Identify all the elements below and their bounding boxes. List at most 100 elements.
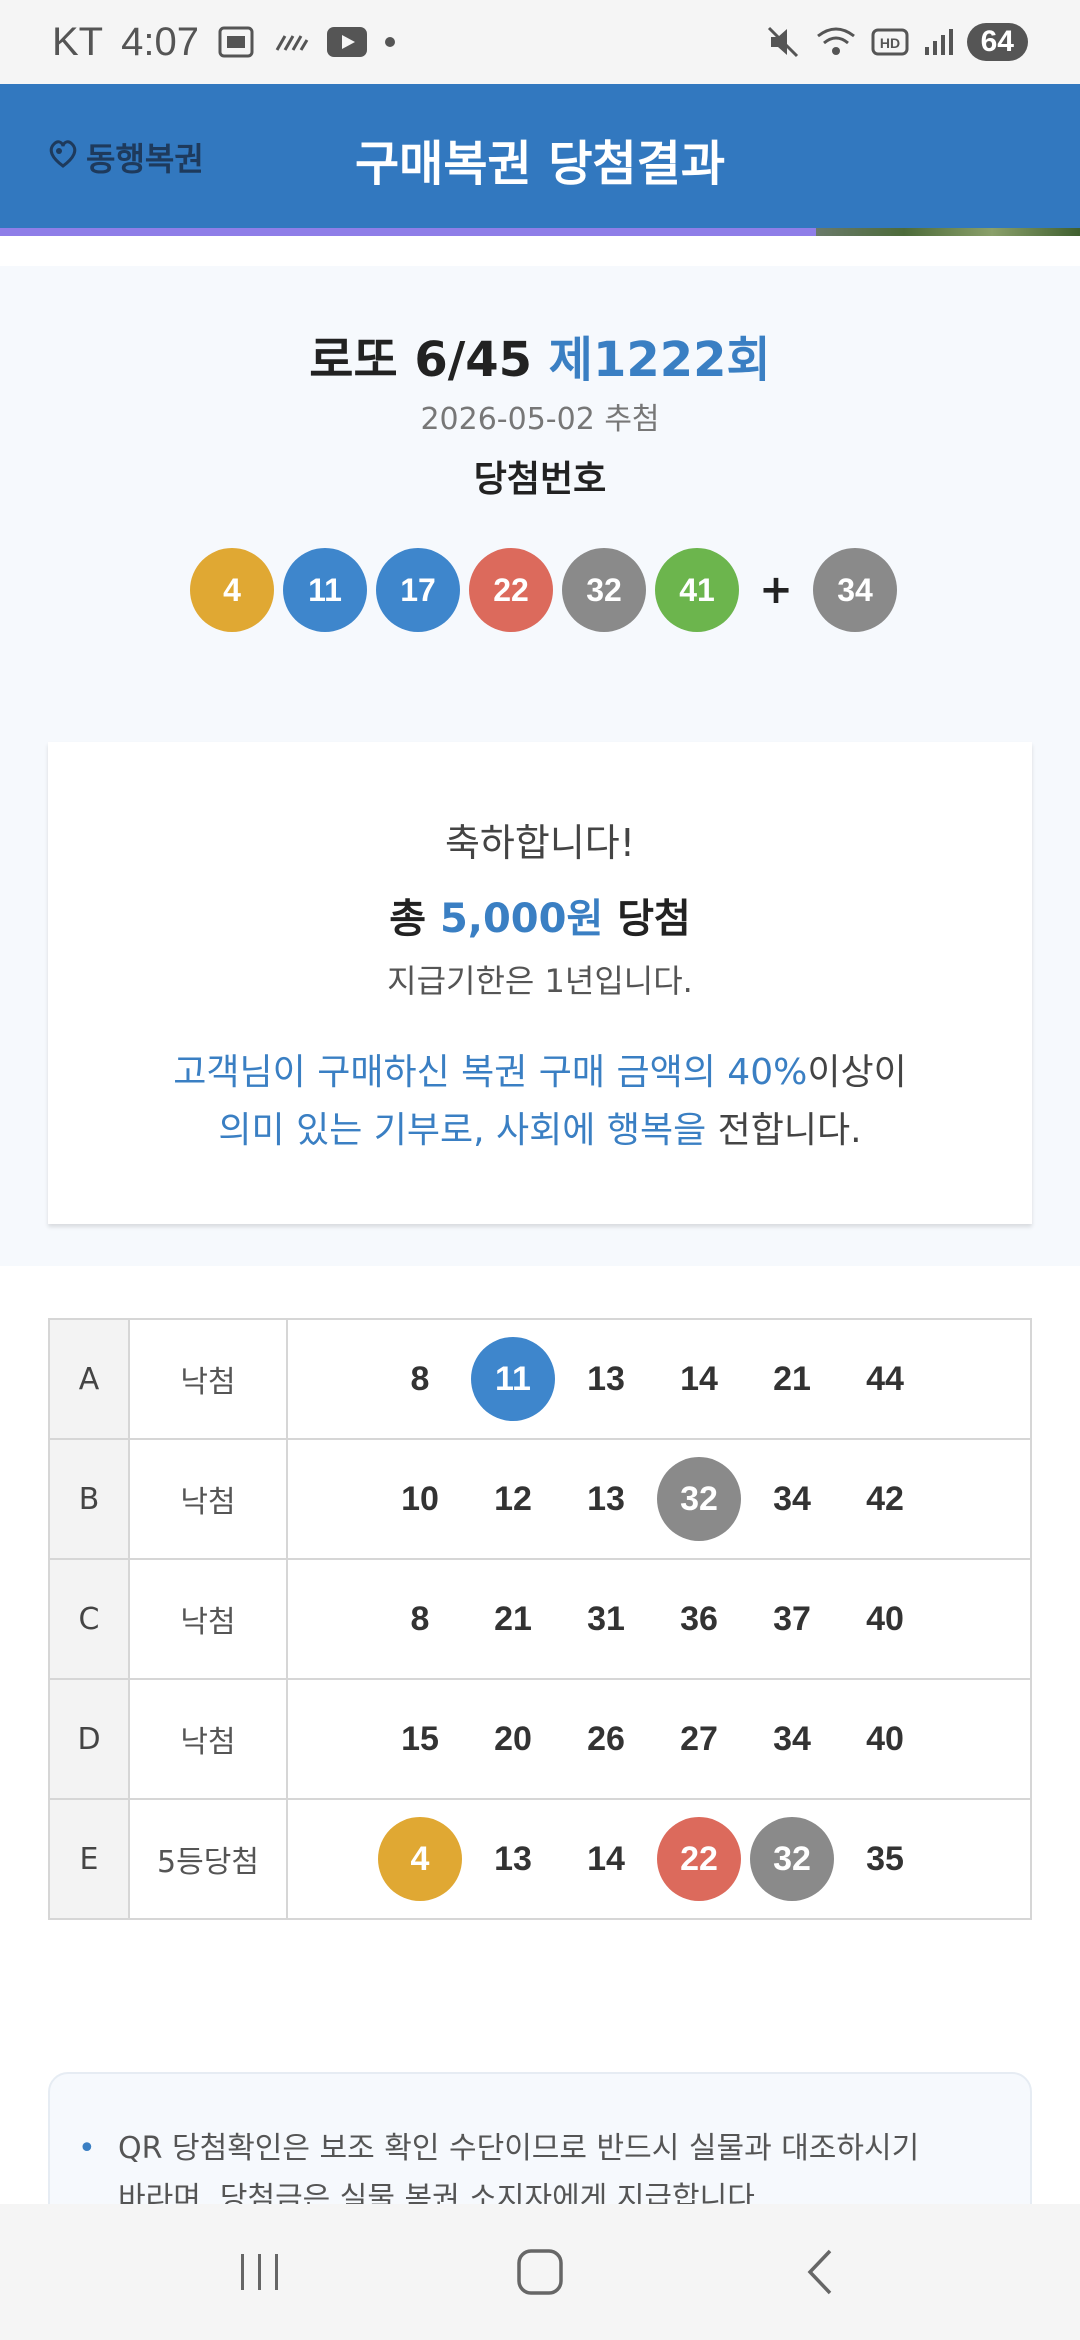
game-number: 34 xyxy=(773,1719,811,1758)
game-number: 14 xyxy=(587,1839,625,1878)
game-number: 10 xyxy=(401,1479,439,1518)
carrier-label: KT xyxy=(52,19,104,64)
game-row: A 낙첨 8 11 13 14 21 44 xyxy=(48,1318,1032,1440)
header-banner-image xyxy=(816,228,1080,236)
mute-icon xyxy=(765,24,801,60)
game-letter: A xyxy=(48,1318,130,1440)
donation-message: 고객님이 구매하신 복권 구매 금액의 40%이상이 의미 있는 기부로, 사회… xyxy=(48,1044,1032,1160)
clock: 4:07 xyxy=(121,19,199,64)
wifi-icon xyxy=(815,24,857,60)
game-name: 로또 6/45 xyxy=(309,332,533,388)
winning-ball: 4 xyxy=(190,548,274,632)
prize-amount: 5,000원 xyxy=(439,896,604,942)
draw-round: 제1222회 xyxy=(548,332,771,388)
svg-text:HD: HD xyxy=(880,35,900,51)
game-number: 40 xyxy=(866,1719,904,1758)
game-result: 낙첨 xyxy=(128,1318,288,1440)
winning-ball: 41 xyxy=(655,548,739,632)
app-header: 동행복권 구매복권 당첨결과 xyxy=(0,84,1080,228)
prize-total-prefix: 총 xyxy=(389,896,440,942)
game-letter: E xyxy=(48,1798,130,1920)
winning-numbers: 4 11 17 22 32 41 + 34 xyxy=(190,548,897,632)
draw-title: 로또 6/45 제1222회 xyxy=(0,320,1080,390)
winning-ball: 17 xyxy=(376,548,460,632)
prize-total-suffix: 당첨 xyxy=(603,896,691,942)
congrats-text: 축하합니다! xyxy=(444,821,636,865)
notice-line1: QR 당첨확인은 보조 확인 수단이므로 반드시 실물과 대조하시기 xyxy=(118,2131,920,2166)
winning-ball: 32 xyxy=(562,548,646,632)
notification-dot-icon xyxy=(384,37,395,47)
matched-number: 32 xyxy=(657,1457,741,1541)
donation-line1-accent: 고객님이 구매하신 복권 구매 금액의 40% xyxy=(173,1052,808,1093)
prize-total: 총 5,000원 당첨 xyxy=(48,886,1032,944)
battery-indicator: 64 xyxy=(966,23,1028,61)
recent-apps-icon[interactable] xyxy=(200,2232,320,2312)
hd-icon: HD xyxy=(871,27,909,57)
winning-numbers-label: 당첨번호 xyxy=(473,459,607,500)
game-number: 34 xyxy=(773,1479,811,1518)
draw-result-section: 로또 6/45 제1222회 2026-05-02 추첨 당첨번호 4 11 1… xyxy=(0,266,1080,1266)
youtube-icon xyxy=(326,27,367,57)
game-numbers: 8 21 31 36 37 40 xyxy=(286,1558,1032,1680)
game-number: 13 xyxy=(587,1359,625,1398)
game-number: 35 xyxy=(866,1839,904,1878)
status-bar: KT 4:07 HD 64 xyxy=(0,0,1080,84)
game-number: 27 xyxy=(680,1719,718,1758)
game-number: 21 xyxy=(773,1359,811,1398)
gallery-icon xyxy=(217,25,255,59)
game-number: 21 xyxy=(494,1599,532,1638)
game-number: 37 xyxy=(773,1599,811,1638)
cell-signal-icon xyxy=(923,27,953,57)
draw-date: 2026-05-02 추첨 xyxy=(420,402,660,437)
game-number: 15 xyxy=(401,1719,439,1758)
game-numbers: 15 20 26 27 34 40 xyxy=(286,1678,1032,1800)
header-strip xyxy=(0,228,1080,236)
game-number: 40 xyxy=(866,1599,904,1638)
home-icon[interactable] xyxy=(480,2232,600,2312)
game-number: 8 xyxy=(410,1599,430,1638)
donation-line2-accent: 의미 있는 기부로, 사회에 행복을 xyxy=(218,1110,707,1151)
game-letter: D xyxy=(48,1678,130,1800)
donation-line2-rest: 전합니다. xyxy=(706,1110,862,1151)
game-row: C 낙첨 8 21 31 36 37 40 xyxy=(48,1558,1032,1680)
bonus-ball: 34 xyxy=(813,548,897,632)
game-row: B 낙첨 10 12 13 32 34 42 xyxy=(48,1438,1032,1560)
game-result: 낙첨 xyxy=(128,1438,288,1560)
game-numbers: 10 12 13 32 34 42 xyxy=(286,1438,1032,1560)
game-number: 26 xyxy=(587,1719,625,1758)
game-number: 44 xyxy=(866,1359,904,1398)
game-number: 13 xyxy=(494,1839,532,1878)
game-number: 13 xyxy=(587,1479,625,1518)
prize-card: 축하합니다! 총 5,000원 당첨 지급기한은 1년입니다. 고객님이 구매하… xyxy=(48,742,1032,1224)
matched-number: 32 xyxy=(750,1817,834,1901)
game-letter: C xyxy=(48,1558,130,1680)
game-number: 12 xyxy=(494,1479,532,1518)
game-number: 8 xyxy=(410,1359,430,1398)
game-number: 31 xyxy=(587,1599,625,1638)
game-letter: B xyxy=(48,1438,130,1560)
winning-ball: 22 xyxy=(469,548,553,632)
game-numbers: 4 13 14 22 32 35 xyxy=(286,1798,1032,1920)
game-number: 36 xyxy=(680,1599,718,1638)
game-result: 낙첨 xyxy=(128,1558,288,1680)
purchased-games-table: A 낙첨 8 11 13 14 21 44 B 낙첨 10 12 13 32 34 42 C 낙첨 8 21 31 36 3… xyxy=(48,1318,1032,1920)
plus-sign: + xyxy=(759,567,793,613)
matched-number: 22 xyxy=(657,1817,741,1901)
game-number: 14 xyxy=(680,1359,718,1398)
game-result: 낙첨 xyxy=(128,1678,288,1800)
game-number: 20 xyxy=(494,1719,532,1758)
matched-number: 4 xyxy=(378,1817,462,1901)
back-icon[interactable] xyxy=(760,2232,880,2312)
matched-number: 11 xyxy=(471,1337,555,1421)
page-title: 구매복권 당첨결과 xyxy=(355,136,725,192)
winning-ball: 11 xyxy=(283,548,367,632)
game-number: 42 xyxy=(866,1479,904,1518)
game-row: E 5등당첨 4 13 14 22 32 35 xyxy=(48,1798,1032,1920)
game-numbers: 8 11 13 14 21 44 xyxy=(286,1318,1032,1440)
donation-line1-rest: 이상이 xyxy=(807,1052,907,1093)
game-row: D 낙첨 15 20 26 27 34 40 xyxy=(48,1678,1032,1800)
game-result: 5등당첨 xyxy=(128,1798,288,1920)
payment-deadline: 지급기한은 1년입니다. xyxy=(387,962,693,1000)
system-nav-bar xyxy=(0,2204,1080,2340)
signal-bars-icon xyxy=(273,32,309,52)
